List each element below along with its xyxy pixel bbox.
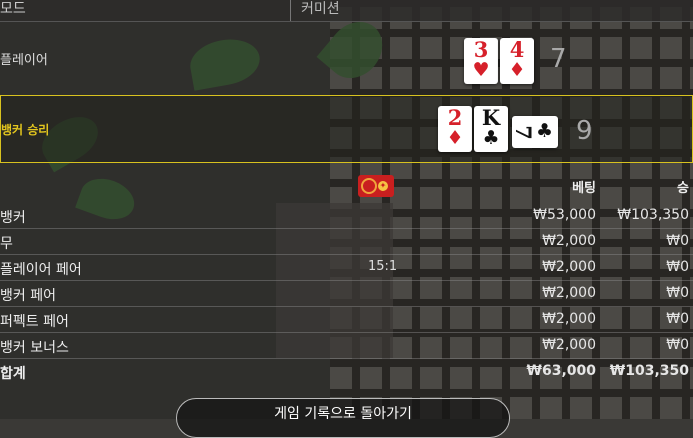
- table-row: 뱅커 페어 ₩2,000 ₩0: [0, 281, 693, 307]
- back-to-history-button[interactable]: 게임 기록으로 돌아가기: [176, 398, 510, 438]
- table-header-row: 모드 커미션: [0, 0, 693, 22]
- player-card-2: 4 ♦: [500, 38, 534, 84]
- red-envelope-chip-icon: ✦: [358, 175, 394, 197]
- bet-column-header: 베팅: [572, 181, 596, 196]
- commission-label: 커미션: [290, 0, 441, 21]
- win-column-header: 승: [677, 181, 689, 196]
- banker-card-1: 2 ♦: [438, 106, 472, 152]
- mode-label: 모드: [0, 1, 26, 17]
- banker-card-2: K ♣: [474, 106, 508, 152]
- table-row: 뱅커 ₩53,000 ₩103,350: [0, 203, 693, 229]
- player-label: 플레이어: [0, 53, 48, 68]
- table-row: 플레이어 페어 15:1 ₩2,000 ₩0: [0, 255, 693, 281]
- table-row: 무 ₩2,000 ₩0: [0, 229, 693, 255]
- bets-table-header: 베팅 승: [0, 172, 693, 200]
- player-score: 7: [550, 44, 567, 74]
- player-result-row: 플레이어 3 ♥ 4 ♦ 7: [0, 26, 693, 88]
- player-card-1: 3 ♥: [464, 38, 498, 84]
- table-row: 뱅커 보너스 ₩2,000 ₩0: [0, 333, 693, 359]
- table-row: 퍼펙트 페어 ₩2,000 ₩0: [0, 307, 693, 333]
- banker-win-label: 뱅커 승리: [1, 123, 50, 137]
- banker-card-3: 7 ♣: [511, 116, 558, 148]
- banker-result-row: 뱅커 승리 2 ♦ K ♣ 7 ♣ 9: [0, 95, 693, 163]
- table-total-row: 합계 ₩63,000 ₩103,350: [0, 363, 689, 382]
- banker-score: 9: [576, 116, 593, 146]
